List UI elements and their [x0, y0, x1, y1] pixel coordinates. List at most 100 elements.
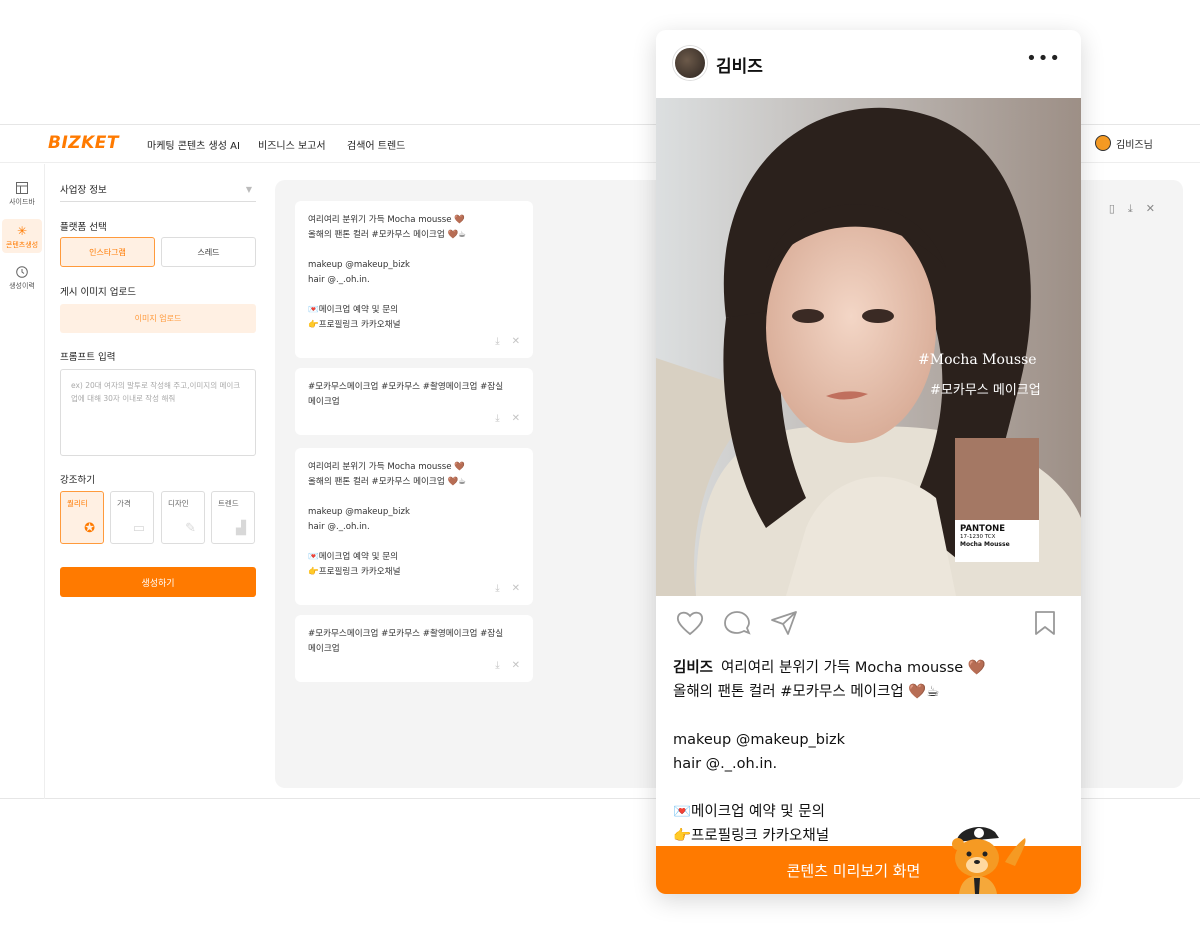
emphasis-price[interactable]: 가격 ▭ [110, 491, 154, 544]
caption-line: 여리여리 분위기 가득 Mocha mousse 🤎 [721, 660, 986, 676]
result-line: #모카무스메이크업 #모카무스 #촬영메이크업 #잠실 [308, 382, 504, 392]
comment-icon[interactable] [723, 610, 751, 640]
result-line: #모카무스메이크업 #모카무스 #촬영메이크업 #잠실 [308, 629, 504, 639]
platform-threads-button[interactable]: 스레드 [161, 237, 256, 267]
download-icon[interactable]: ⤓ [495, 333, 499, 351]
caption-line: hair @._.oh.in. [673, 756, 778, 772]
close-icon[interactable]: ✕ [512, 333, 520, 351]
clock-icon [16, 266, 28, 278]
chevron-down-icon: ▼ [245, 185, 252, 194]
caption-username[interactable]: 김비즈 [673, 660, 713, 676]
sidebar-item-content-create[interactable]: ✳ 콘텐츠생성 [2, 219, 42, 253]
instagram-post-preview: 김비즈 ••• #Mocha Mousse #모카무스 메이크업 PANTONE… [656, 30, 1081, 894]
medal-icon: ✪ [84, 521, 95, 536]
caption-line: 💌메이크업 예약 및 문의 [673, 804, 825, 820]
chart-icon: ▟ [236, 521, 246, 536]
more-options-icon[interactable]: ••• [1026, 48, 1061, 69]
caption-line [673, 704, 1068, 728]
profile-avatar[interactable] [673, 46, 707, 80]
result-card: 여리여리 분위기 가득 Mocha mousse 🤎 올해의 팬톤 컬러 #모카… [295, 201, 533, 358]
layout-icon [16, 182, 28, 194]
prompt-input[interactable]: ex) 20대 여자의 말투로 작성해 주고,이미지의 메이크업에 대해 30자… [60, 369, 256, 456]
nav-marketing-ai[interactable]: 마케팅 콘텐츠 생성 AI [147, 137, 240, 152]
download-icon[interactable]: ⤓ [1128, 202, 1133, 216]
result-line: 여리여리 분위기 가득 Mocha mousse 🤎 [308, 215, 465, 225]
image-upload-button[interactable]: 이미지 업로드 [60, 304, 256, 333]
result-line: makeup @makeup_bizk [308, 260, 410, 271]
result-card: #모카무스메이크업 #모카무스 #촬영메이크업 #잠실 메이크업 ⤓ ✕ [295, 615, 533, 682]
bookmark-icon[interactable] [1034, 610, 1056, 640]
caption-line [673, 776, 1068, 800]
nav-search-trends[interactable]: 검색어 트렌드 [347, 137, 405, 152]
photo-caption-english: #Mocha Mousse [918, 352, 1037, 368]
business-info-select[interactable]: 사업장 정보 ▼ [60, 180, 256, 202]
download-icon[interactable]: ⤓ [495, 580, 499, 598]
heart-icon[interactable] [676, 610, 704, 640]
platform-instagram-button[interactable]: 인스타그램 [60, 237, 155, 267]
result-line: 여리여리 분위기 가득 Mocha mousse 🤎 [308, 462, 465, 472]
prompt-label: 프롬프트 입력 [60, 352, 116, 363]
sidebar-item-label: 콘텐츠생성 [5, 241, 39, 249]
result-line: hair @._.oh.in. [308, 522, 370, 533]
sidebar-item-label: 생성이력 [9, 282, 35, 290]
user-menu[interactable]: 김비즈님 [1095, 135, 1153, 151]
result-card: #모카무스메이크업 #모카무스 #촬영메이크업 #잠실 메이크업 ⤓ ✕ [295, 368, 533, 435]
result-line: 올해의 팬톤 컬러 #모카무스 메이크업 🤎☕ [308, 477, 466, 488]
pencil-icon: ✎ [185, 521, 196, 536]
emphasis-label: 트렌드 [218, 499, 239, 508]
result-line: 💌메이크업 예약 및 문의 [308, 552, 399, 563]
sparkle-icon: ✳ [16, 224, 28, 238]
result-line: 올해의 팬톤 컬러 #모카무스 메이크업 🤎☕ [308, 230, 466, 241]
caption-line: makeup @makeup_bizk [673, 732, 846, 748]
emphasis-trend[interactable]: 트렌드 ▟ [211, 491, 255, 544]
sidebar-item-label: 사이드바 [9, 198, 35, 206]
close-icon[interactable]: ✕ [512, 657, 520, 675]
user-avatar [1095, 135, 1111, 151]
left-sidebar: 사이드바 ✳ 콘텐츠생성 생성이력 [0, 164, 45, 799]
bizket-logo[interactable]: BIZKET [48, 133, 119, 153]
money-icon: ▭ [132, 521, 145, 536]
post-caption: 김비즈 여리여리 분위기 가득 Mocha mousse 🤎 올해의 팬톤 컬러 … [673, 656, 1068, 848]
result-line: 💌메이크업 예약 및 문의 [308, 305, 399, 316]
sidebar-item-history[interactable]: 생성이력 [2, 264, 42, 294]
result-line [308, 535, 520, 550]
emphasis-quality[interactable]: 퀄리티 ✪ [60, 491, 104, 544]
result-line: 메이크업 [308, 644, 340, 655]
result-line: 👉프로필링크 카카오채널 [308, 567, 401, 578]
result-line: 메이크업 [308, 397, 340, 408]
result-line [308, 490, 520, 505]
close-icon[interactable]: ✕ [1146, 202, 1155, 216]
share-icon[interactable] [770, 610, 798, 640]
result-line: 👉프로필링크 카카오채널 [308, 320, 401, 331]
emphasis-design[interactable]: 디자인 ✎ [161, 491, 205, 544]
account-name[interactable]: 김비즈 [716, 52, 763, 77]
emphasis-label: 퀄리티 [67, 499, 88, 508]
close-icon[interactable]: ✕ [512, 410, 520, 428]
nav-business-report[interactable]: 비즈니스 보고서 [258, 137, 326, 152]
generate-button[interactable]: 생성하기 [60, 567, 256, 597]
emphasis-label: 디자인 [168, 499, 189, 508]
download-icon[interactable]: ⤓ [495, 657, 499, 675]
document-icon[interactable]: ▯ [1109, 202, 1115, 216]
close-icon[interactable]: ✕ [512, 580, 520, 598]
pantone-swatch [955, 438, 1039, 520]
business-info-label: 사업장 정보 [60, 185, 107, 196]
emphasis-label: 가격 [117, 499, 131, 508]
pantone-color-name: Mocha Mousse [960, 541, 1010, 548]
caption-line: 올해의 팬톤 컬러 #모카무스 메이크업 🤎☕ [673, 684, 940, 700]
user-name: 김비즈님 [1116, 139, 1153, 151]
upload-label: 게시 이미지 업로드 [60, 287, 136, 298]
post-actions [656, 604, 1081, 648]
result-line [308, 243, 520, 258]
post-photo: #Mocha Mousse #모카무스 메이크업 PANTONE 17-1230… [656, 98, 1081, 596]
result-card: 여리여리 분위기 가득 Mocha mousse 🤎 올해의 팬톤 컬러 #모카… [295, 448, 533, 605]
sidebar-item-sidebar[interactable]: 사이드바 [2, 180, 42, 210]
result-line: makeup @makeup_bizk [308, 507, 410, 518]
bear-mascot-illustration [952, 826, 1026, 894]
emphasis-label: 강조하기 [60, 475, 95, 486]
result-line: hair @._.oh.in. [308, 275, 370, 286]
pantone-card: PANTONE 17-1230 TCX Mocha Mousse [955, 438, 1039, 562]
photo-caption-korean: #모카무스 메이크업 [930, 383, 1041, 398]
download-icon[interactable]: ⤓ [495, 410, 499, 428]
pantone-brand: PANTONE [960, 524, 1006, 534]
